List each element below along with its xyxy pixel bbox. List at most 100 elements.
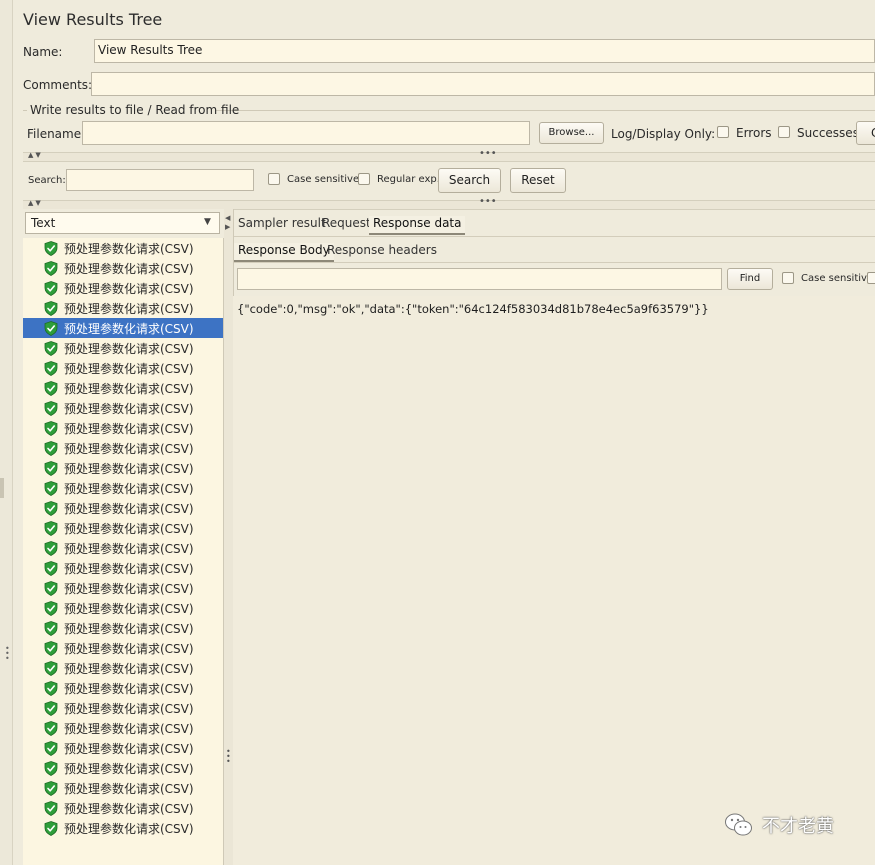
splitter-grip-icon[interactable]: ••• (479, 148, 497, 159)
tree-item-label: 预处理参数化请求(CSV) (64, 261, 194, 276)
success-shield-icon (44, 380, 58, 396)
tree-item[interactable]: 预处理参数化请求(CSV) (23, 598, 223, 618)
tree-item-label: 预处理参数化请求(CSV) (64, 521, 194, 536)
filename-label: Filename (27, 127, 82, 141)
tree-item[interactable]: 预处理参数化请求(CSV) (23, 618, 223, 638)
results-tree[interactable]: 预处理参数化请求(CSV) 预处理参数化请求(CSV) 预处理参数化请求(CSV) 预… (23, 238, 224, 865)
tree-item-label: 预处理参数化请求(CSV) (64, 541, 194, 556)
find-regex-checkbox[interactable] (867, 272, 875, 284)
tree-item-label: 预处理参数化请求(CSV) (64, 501, 194, 516)
renderer-select[interactable]: Text ▼ (25, 212, 220, 234)
tab-request[interactable]: Request (322, 216, 371, 230)
find-case-sensitive-checkbox[interactable] (782, 272, 794, 284)
success-shield-icon (44, 340, 58, 356)
tab-response-data[interactable]: Response data (369, 216, 466, 235)
tree-item-label: 预处理参数化请求(CSV) (64, 481, 194, 496)
tree-item-label: 预处理参数化请求(CSV) (64, 341, 194, 356)
tree-item[interactable]: 预处理参数化请求(CSV) (23, 398, 223, 418)
tree-item[interactable]: 预处理参数化请求(CSV) (23, 738, 223, 758)
tab-sampler-result[interactable]: Sampler result (238, 216, 326, 230)
tree-item[interactable]: 预处理参数化请求(CSV) (23, 718, 223, 738)
name-label: Name: (23, 45, 63, 59)
find-input[interactable] (237, 268, 722, 290)
filename-input[interactable] (82, 121, 530, 145)
tree-item-label: 预处理参数化请求(CSV) (64, 701, 194, 716)
tree-item[interactable]: 预处理参数化请求(CSV) (23, 818, 223, 838)
tree-item-label: 预处理参数化请求(CSV) (64, 761, 194, 776)
tree-item-label: 预处理参数化请求(CSV) (64, 301, 194, 316)
tree-item[interactable]: 预处理参数化请求(CSV) (23, 558, 223, 578)
success-shield-icon (44, 740, 58, 756)
tree-item[interactable]: 预处理参数化请求(CSV) (23, 298, 223, 318)
response-body-panel[interactable] (233, 296, 875, 865)
top-splitter[interactable]: ▲▼ ••• (23, 148, 875, 162)
tree-item[interactable]: 预处理参数化请求(CSV) (23, 538, 223, 558)
tree-item-label: 预处理参数化请求(CSV) (64, 781, 194, 796)
tree-item[interactable]: 预处理参数化请求(CSV) (23, 258, 223, 278)
tree-item[interactable]: 预处理参数化请求(CSV) (23, 578, 223, 598)
success-shield-icon (44, 760, 58, 776)
edge-grip-icon[interactable]: • • • (5, 645, 10, 663)
tree-item[interactable]: 预处理参数化请求(CSV) (23, 438, 223, 458)
splitter-grip-icon[interactable]: ••• (479, 196, 497, 207)
success-shield-icon (44, 400, 58, 416)
tree-item-label: 预处理参数化请求(CSV) (64, 621, 194, 636)
reset-button[interactable]: Reset (510, 168, 566, 193)
browse-button[interactable]: Browse... (539, 122, 604, 144)
tree-item[interactable]: 预处理参数化请求(CSV) (23, 758, 223, 778)
name-field[interactable]: View Results Tree (94, 39, 875, 63)
tree-item[interactable]: 预处理参数化请求(CSV) (23, 238, 223, 258)
find-value (238, 269, 721, 272)
success-shield-icon (44, 280, 58, 296)
successes-label: Successes (797, 126, 859, 140)
search-input[interactable] (66, 169, 254, 191)
tree-item[interactable]: 预处理参数化请求(CSV) (23, 658, 223, 678)
watermark-text: 不才老黄 (762, 816, 834, 837)
tree-item[interactable]: 预处理参数化请求(CSV) (23, 478, 223, 498)
success-shield-icon (44, 580, 58, 596)
tree-item[interactable]: 预处理参数化请求(CSV) (23, 798, 223, 818)
regex-checkbox[interactable] (358, 173, 370, 185)
find-button[interactable]: Find (727, 268, 773, 290)
success-shield-icon (44, 540, 58, 556)
configure-button[interactable]: C (856, 121, 875, 145)
splitter-arrows-icon[interactable]: ◀ ▶ (225, 214, 230, 232)
tab-response-body[interactable]: Response Body (234, 243, 334, 262)
response-body-text[interactable]: {"code":0,"msg":"ok","data":{"token":"64… (237, 302, 709, 316)
tree-item[interactable]: 预处理参数化请求(CSV) (23, 678, 223, 698)
tree-item[interactable]: 预处理参数化请求(CSV) (23, 518, 223, 538)
success-shield-icon (44, 660, 58, 676)
search-button[interactable]: Search (438, 168, 501, 193)
comments-field[interactable] (91, 72, 875, 96)
tree-item[interactable]: 预处理参数化请求(CSV) (23, 338, 223, 358)
renderer-select-value: Text (31, 216, 56, 230)
search-case-sensitive-checkbox[interactable] (268, 173, 280, 185)
tree-item-label: 预处理参数化请求(CSV) (64, 401, 194, 416)
success-shield-icon (44, 420, 58, 436)
name-value: View Results Tree (98, 43, 203, 57)
chevron-down-icon: ▼ (204, 217, 211, 227)
splitter-grip-icon[interactable]: ••• (226, 748, 231, 766)
success-shield-icon (44, 800, 58, 816)
tree-item[interactable]: 预处理参数化请求(CSV) (23, 418, 223, 438)
tree-item[interactable]: 预处理参数化请求(CSV) (23, 638, 223, 658)
splitter-arrows-icon[interactable]: ▲▼ (28, 151, 43, 159)
tree-item[interactable]: 预处理参数化请求(CSV) (23, 458, 223, 478)
splitter-arrows-icon[interactable]: ▲▼ (28, 199, 43, 207)
tree-item-label: 预处理参数化请求(CSV) (64, 441, 194, 456)
tree-item[interactable]: 预处理参数化请求(CSV) (23, 698, 223, 718)
success-shield-icon (44, 720, 58, 736)
tree-item[interactable]: 预处理参数化请求(CSV) (23, 318, 223, 338)
tree-item[interactable]: 预处理参数化请求(CSV) (23, 378, 223, 398)
tree-item[interactable]: 预处理参数化请求(CSV) (23, 358, 223, 378)
errors-checkbox[interactable] (717, 126, 729, 138)
tree-item-label: 预处理参数化请求(CSV) (64, 681, 194, 696)
tree-item-label: 预处理参数化请求(CSV) (64, 741, 194, 756)
tab-response-headers[interactable]: Response headers (327, 243, 437, 257)
tree-item[interactable]: 预处理参数化请求(CSV) (23, 778, 223, 798)
tree-item[interactable]: 预处理参数化请求(CSV) (23, 498, 223, 518)
successes-checkbox[interactable] (778, 126, 790, 138)
tree-item-label: 预处理参数化请求(CSV) (64, 721, 194, 736)
tree-item[interactable]: 预处理参数化请求(CSV) (23, 278, 223, 298)
success-shield-icon (44, 520, 58, 536)
